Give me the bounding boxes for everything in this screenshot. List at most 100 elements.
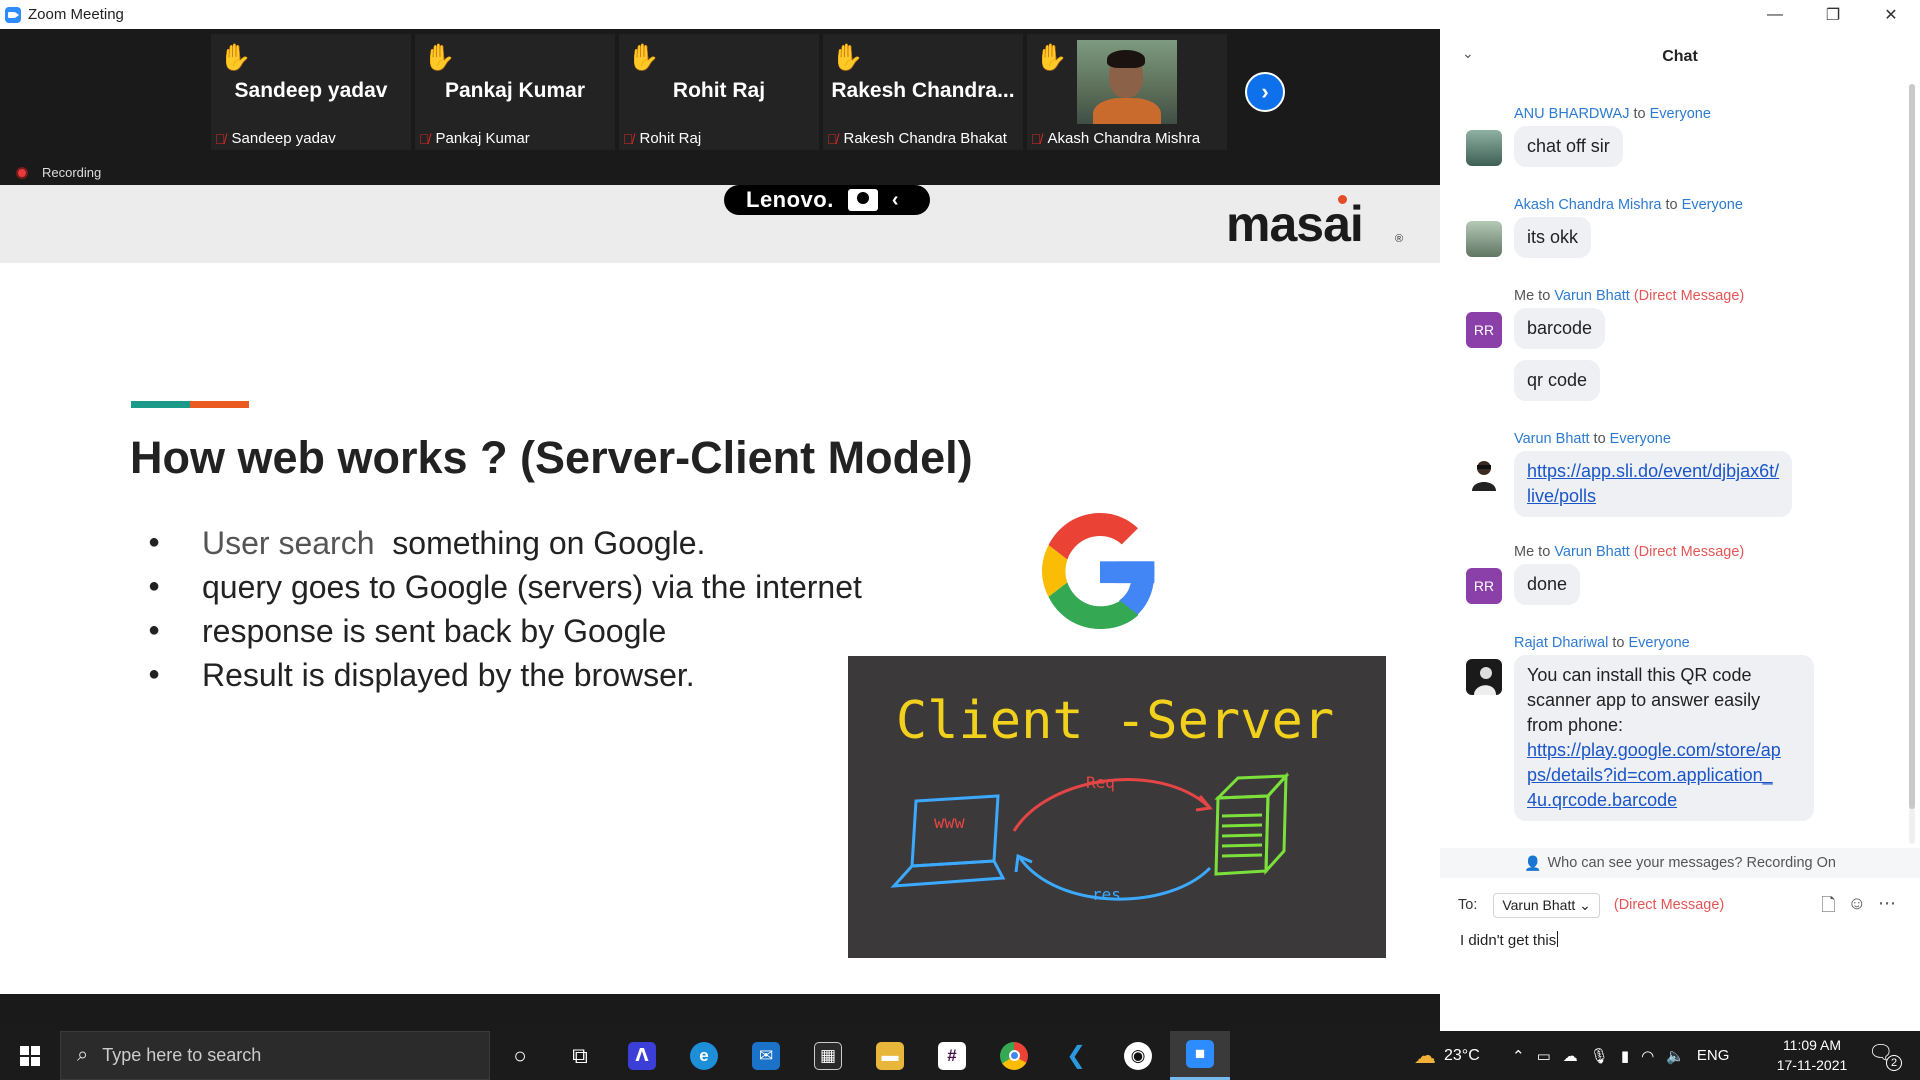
- muted-mic-icon: 🎙̸: [1031, 130, 1042, 147]
- bullet-text: response is sent back by Google: [202, 613, 667, 649]
- participant-tile[interactable]: ✋ 🎙̸ Akash Chandra Mishra: [1027, 34, 1227, 150]
- message-link[interactable]: ps/details?id=com.application_: [1527, 765, 1773, 785]
- slack-icon[interactable]: #: [922, 1031, 982, 1080]
- emoji-icon[interactable]: ☺: [1848, 893, 1866, 923]
- message-recipient[interactable]: Varun Bhatt: [1554, 288, 1630, 304]
- muted-mic-icon: 🎙̸: [215, 130, 226, 147]
- message-link[interactable]: https://play.google.com/store/ap: [1527, 740, 1781, 760]
- wifi-icon[interactable]: ◠: [1641, 1047, 1654, 1065]
- recipient-select[interactable]: Varun Bhatt ⌄: [1493, 892, 1600, 918]
- vscode-icon[interactable]: ❮: [1046, 1031, 1106, 1080]
- battery-icon[interactable]: ▮: [1621, 1047, 1629, 1065]
- participant-name: Rakesh Chandra...: [831, 79, 1015, 102]
- message-recipient: Everyone: [1628, 635, 1690, 651]
- windows-taskbar: ⌕ Type here to search ○ ⧉ ᐱ e ✉ ▦ ▬ # ❮ …: [0, 1031, 1920, 1080]
- minimize-button[interactable]: —: [1746, 0, 1804, 29]
- message-sender[interactable]: Rajat Dhariwal: [1514, 635, 1608, 651]
- store-icon[interactable]: ▦: [798, 1031, 858, 1080]
- bullet-item: response is sent back by Google: [148, 613, 862, 657]
- notification-center-icon[interactable]: 🗨 2: [1868, 1040, 1902, 1071]
- search-placeholder: Type here to search: [102, 1045, 262, 1065]
- file-icon[interactable]: 🗋: [1821, 893, 1835, 923]
- zoom-logo-icon: [5, 6, 21, 23]
- direct-message-label: (Direct Message): [1629, 288, 1745, 304]
- next-page-button[interactable]: ›: [1245, 72, 1285, 112]
- camera-person-icon[interactable]: [847, 189, 878, 211]
- participant-tile[interactable]: ✋ Pankaj Kumar 🎙̸ Pankaj Kumar: [415, 34, 615, 150]
- privacy-notice[interactable]: 👤 Who can see your messages? Recording O…: [1440, 848, 1920, 878]
- participant-tile[interactable]: ✋ Rakesh Chandra... 🎙̸ Rakesh Chandra Bha…: [823, 34, 1023, 150]
- client-server-diagram: Client -Server www Req res: [890, 691, 1334, 904]
- meet-now-icon[interactable]: ▭: [1537, 1047, 1551, 1065]
- clock[interactable]: 11:09 AM 17-11-2021: [1764, 1035, 1860, 1075]
- message-sender[interactable]: Varun Bhatt: [1514, 431, 1590, 447]
- slide-title: How web works ? (Server-Client Model): [130, 432, 973, 483]
- chevron-down-icon: ⌄: [1579, 896, 1591, 913]
- start-button[interactable]: [0, 1031, 60, 1080]
- volume-icon[interactable]: 🔈: [1666, 1047, 1685, 1065]
- message-to: to: [1589, 431, 1610, 447]
- message-sender: Me: [1514, 544, 1535, 560]
- obs-icon[interactable]: ◉: [1108, 1031, 1168, 1080]
- taskbar-search[interactable]: ⌕ Type here to search: [60, 1031, 490, 1080]
- message-meta: Me to Varun Bhatt (Direct Message): [1514, 544, 1744, 560]
- message-sender[interactable]: Akash Chandra Mishra: [1514, 197, 1662, 213]
- chevron-left-icon[interactable]: ‹: [892, 189, 899, 212]
- clock-date: 17-11-2021: [1776, 1057, 1848, 1073]
- diagram-res-label: res: [1092, 885, 1121, 904]
- message-sender[interactable]: ANU BHARDWAJ: [1514, 106, 1629, 122]
- file-explorer-icon[interactable]: ▬: [860, 1031, 920, 1080]
- bullet-list: User search something on Google. query g…: [148, 525, 862, 701]
- participant-tile[interactable]: ✋ Sandeep yadav 🎙̸ Sandeep yadav: [211, 34, 411, 150]
- message-text: from phone:: [1527, 715, 1624, 735]
- zoom-taskbar-icon[interactable]: ■: [1170, 1031, 1230, 1080]
- task-view-icon[interactable]: ⧉: [550, 1031, 610, 1080]
- direct-message-label: (Direct Message): [1613, 897, 1725, 913]
- participant-name: Sandeep yadav: [234, 79, 388, 102]
- google-g-logo-icon: [1042, 513, 1155, 629]
- message-to: to: [1629, 106, 1650, 122]
- edge-icon[interactable]: e: [674, 1031, 734, 1080]
- message-text: You can install this QR code: [1527, 665, 1752, 685]
- message-bubble[interactable]: qr code: [1514, 360, 1601, 401]
- message-meta: Me to Varun Bhatt (Direct Message): [1514, 288, 1744, 304]
- recipient-select-value: Varun Bhatt: [1502, 896, 1576, 913]
- close-button[interactable]: ✕: [1862, 0, 1920, 29]
- participant-tile[interactable]: ✋ Rohit Raj 🎙̸ Rohit Raj: [619, 34, 819, 150]
- message-link[interactable]: live/polls: [1527, 486, 1596, 506]
- message-link[interactable]: https://app.sli.do/event/djbjax6t/: [1527, 461, 1779, 481]
- chat-scrollbar[interactable]: [1909, 84, 1915, 844]
- muted-mic-icon: 🎙̸: [623, 130, 634, 147]
- azure-icon[interactable]: ᐱ: [612, 1031, 672, 1080]
- participant-caption: 🎙̸ Pankaj Kumar: [419, 130, 530, 147]
- chrome-icon[interactable]: [984, 1031, 1044, 1080]
- lenovo-toolbar[interactable]: Lenovo. ‹: [724, 185, 930, 215]
- chat-header: ⌄ Chat: [1440, 29, 1920, 81]
- cloud-icon[interactable]: ☁: [1563, 1047, 1578, 1065]
- message-recipient[interactable]: Varun Bhatt: [1554, 544, 1630, 560]
- direct-message-label: (Direct Message): [1629, 544, 1745, 560]
- mail-icon[interactable]: ✉: [736, 1031, 796, 1080]
- avatar: [1466, 130, 1502, 166]
- title-bar: Zoom Meeting — ❐ ✕: [0, 0, 1920, 29]
- cortana-icon[interactable]: ○: [490, 1031, 550, 1080]
- weather-widget[interactable]: ☁ 23°C: [1414, 1031, 1480, 1080]
- message-bubble[interactable]: chat off sir: [1514, 126, 1623, 167]
- diagram-title: Client -Server: [896, 691, 1334, 751]
- participant-caption: 🎙̸ Rohit Raj: [623, 130, 701, 147]
- restore-button[interactable]: ❐: [1804, 0, 1862, 29]
- message-bubble[interactable]: You can install this QR code scanner app…: [1514, 655, 1814, 821]
- chevron-up-icon[interactable]: ⌃: [1512, 1047, 1525, 1065]
- more-icon[interactable]: ⋯: [1878, 893, 1896, 923]
- message-bubble[interactable]: done: [1514, 564, 1581, 605]
- message-bubble[interactable]: barcode: [1514, 308, 1606, 349]
- message-bubble[interactable]: https://app.sli.do/event/djbjax6t/ live/…: [1514, 451, 1793, 517]
- language-indicator[interactable]: ENG: [1697, 1047, 1730, 1064]
- message-link[interactable]: 4u.qrcode.barcode: [1527, 790, 1677, 810]
- message-to: to: [1534, 288, 1555, 304]
- bullet-text: query goes to Google (servers) via the i…: [202, 569, 862, 605]
- microphone-icon[interactable]: 🎙: [1590, 1047, 1609, 1065]
- message-bubble[interactable]: its okk: [1514, 217, 1592, 258]
- window-title: Zoom Meeting: [28, 6, 124, 23]
- chat-input[interactable]: I didn't get this: [1460, 931, 1558, 949]
